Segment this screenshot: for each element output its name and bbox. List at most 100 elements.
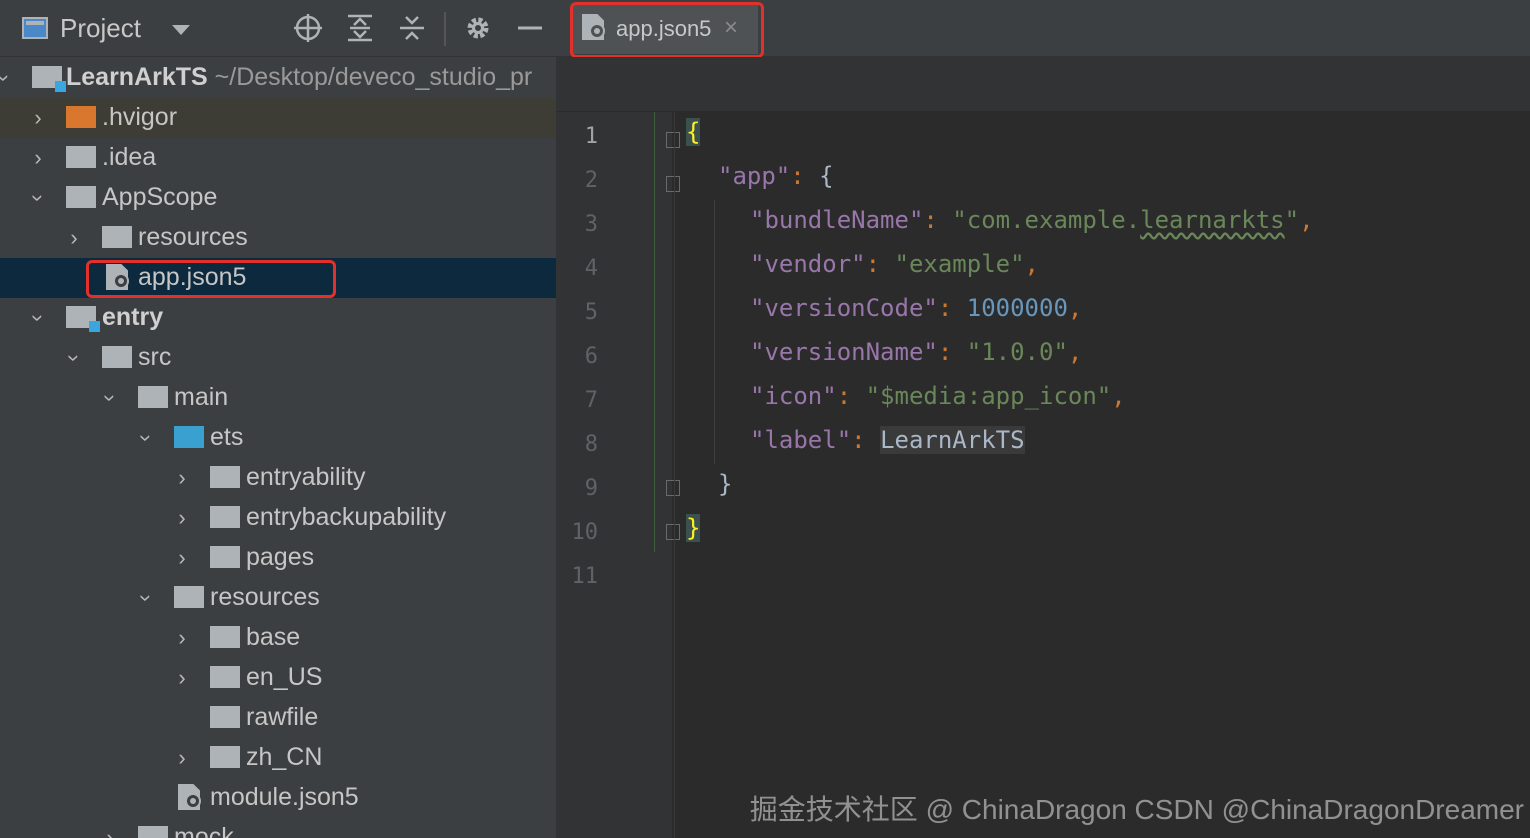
chevron-right-icon[interactable]: › <box>64 226 84 250</box>
tree-item-src[interactable]: › src <box>0 338 556 378</box>
highlight-box <box>570 2 764 58</box>
toolbar-separator <box>444 12 446 46</box>
tree-item-label: src <box>138 343 172 371</box>
line-number: 5 <box>584 300 598 325</box>
chevron-right-icon[interactable]: › <box>28 106 48 130</box>
project-view-label[interactable]: Project <box>60 13 141 44</box>
folder-icon <box>102 226 132 248</box>
tree-item-rawfile[interactable]: rawfile <box>0 698 556 738</box>
fold-marker-icon[interactable] <box>666 176 680 192</box>
fold-marker-icon[interactable] <box>666 132 680 148</box>
collapse-all-icon[interactable] <box>396 10 428 46</box>
module-folder-icon <box>32 66 66 92</box>
code-line-7: "icon": "$media:app_icon", <box>750 382 1126 410</box>
line-number: 9 <box>584 476 598 501</box>
tree-item-ets[interactable]: › ets <box>0 418 556 458</box>
highlight-box <box>86 260 336 298</box>
typo-warning: learnarkts <box>1140 206 1285 234</box>
line-number: 1 <box>584 124 598 149</box>
code-line-2: "app": { <box>718 162 834 190</box>
json-key: "versionName" <box>750 338 938 366</box>
json-value-placeholder: LearnArkTS <box>880 426 1025 454</box>
minimize-icon[interactable] <box>514 10 546 46</box>
locate-icon[interactable] <box>292 10 324 46</box>
chevron-down-icon[interactable]: › <box>0 68 17 88</box>
fold-marker-icon[interactable] <box>666 480 680 496</box>
chevron-right-icon[interactable]: › <box>172 746 192 770</box>
tree-item-appscope[interactable]: › AppScope <box>0 178 556 218</box>
close-brace: } <box>686 514 701 542</box>
tree-item-base[interactable]: › base <box>0 618 556 658</box>
chevron-down-icon[interactable]: › <box>26 308 51 328</box>
tree-item-label: zh_CN <box>246 743 323 771</box>
json-string: " <box>1284 206 1300 234</box>
editor-breadcrumb-bar <box>556 57 1530 111</box>
folder-icon <box>210 546 240 568</box>
json5-file-icon <box>178 784 204 812</box>
json-string: "example" <box>894 250 1025 278</box>
tree-item-main[interactable]: › main <box>0 378 556 418</box>
json-key: "app" <box>718 162 791 190</box>
tree-item-zh-cn[interactable]: › zh_CN <box>0 738 556 778</box>
json-key: "label" <box>750 426 852 454</box>
tree-item-label: ets <box>210 423 244 451</box>
folder-icon <box>210 666 240 688</box>
json-string: "$media:app_icon" <box>865 382 1112 410</box>
chevron-down-icon[interactable]: › <box>98 388 123 408</box>
tree-item-label: rawfile <box>246 703 319 731</box>
chevron-right-icon[interactable]: › <box>172 626 192 650</box>
gutter-divider <box>674 112 675 838</box>
tree-item-label: .hvigor <box>102 103 178 131</box>
gear-icon[interactable] <box>462 10 494 46</box>
chevron-right-icon[interactable]: › <box>100 826 120 838</box>
folder-icon <box>102 346 132 368</box>
tree-item-entry[interactable]: › entry <box>0 298 556 338</box>
tree-item-label: mock <box>174 823 234 838</box>
folder-icon <box>174 586 204 608</box>
tree-item-pages[interactable]: › pages <box>0 538 556 578</box>
folder-icon <box>66 146 96 168</box>
tree-item-entryability[interactable]: › entryability <box>0 458 556 498</box>
folder-icon <box>138 386 168 408</box>
json-key: "icon" <box>750 382 837 410</box>
tree-item-label: resources <box>210 583 320 611</box>
expand-all-icon[interactable] <box>344 10 376 46</box>
tree-item-mock[interactable]: › mock <box>0 818 556 838</box>
tree-item-resources[interactable]: › resources <box>0 218 556 258</box>
watermark: 掘金技术社区 @ ChinaDragon CSDN @ChinaDragonDr… <box>749 794 1524 825</box>
tree-item-en-us[interactable]: › en_US <box>0 658 556 698</box>
tree-item-idea[interactable]: › .idea <box>0 138 556 178</box>
module-folder-icon <box>66 306 100 332</box>
source-folder-icon <box>174 426 204 448</box>
code-line-6: "versionName": "1.0.0", <box>750 338 1083 366</box>
fold-marker-icon[interactable] <box>666 524 680 540</box>
line-number: 6 <box>584 344 598 369</box>
tree-item-entrybackupability[interactable]: › entrybackupability <box>0 498 556 538</box>
chevron-right-icon[interactable]: › <box>172 666 192 690</box>
tree-item-app-json5[interactable]: app.json5 <box>0 258 556 298</box>
tree-item-root[interactable]: › LearnArkTS ~/Desktop/deveco_studio_pr <box>0 58 556 98</box>
folder-icon <box>210 466 240 488</box>
tree-item-module-json5[interactable]: module.json5 <box>0 778 556 818</box>
chevron-down-icon[interactable]: › <box>26 188 51 208</box>
tree-item-label: module.json5 <box>210 783 359 811</box>
chevron-down-icon[interactable]: › <box>134 588 159 608</box>
chevron-down-icon[interactable] <box>172 25 190 35</box>
tree-item-hvigor[interactable]: › .hvigor <box>0 98 556 138</box>
chevron-down-icon[interactable]: › <box>134 428 159 448</box>
project-view-icon <box>22 17 48 39</box>
chevron-right-icon[interactable]: › <box>172 546 192 570</box>
chevron-right-icon[interactable]: › <box>172 466 192 490</box>
code-line-4: "vendor": "example", <box>750 250 1039 278</box>
chevron-down-icon[interactable]: › <box>62 348 87 368</box>
tree-item-resources-main[interactable]: › resources <box>0 578 556 618</box>
open-brace: { <box>686 118 701 146</box>
tree-item-label: AppScope <box>102 183 218 211</box>
code-line-9: } <box>718 470 732 498</box>
chevron-right-icon[interactable]: › <box>172 506 192 530</box>
folder-icon <box>210 706 240 728</box>
tree-item-label: LearnArkTS ~/Desktop/deveco_studio_pr <box>66 63 533 91</box>
chevron-right-icon[interactable]: › <box>28 146 48 170</box>
json-string: "1.0.0" <box>966 338 1068 366</box>
folder-icon <box>210 626 240 648</box>
